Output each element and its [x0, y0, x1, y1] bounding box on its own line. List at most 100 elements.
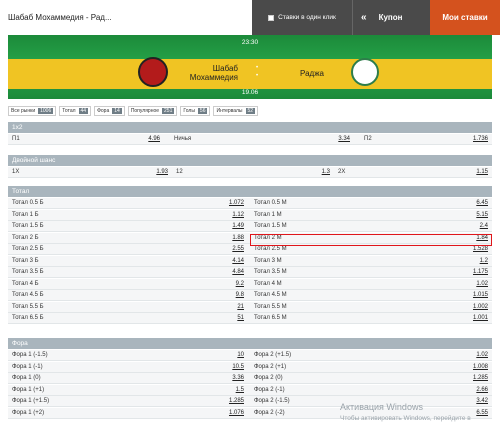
odds-button[interactable]: 3.34: [308, 134, 350, 144]
odds-button[interactable]: 3.42: [448, 396, 488, 406]
odds-button[interactable]: 2.55: [204, 244, 244, 254]
team2-name: Раджа: [300, 69, 324, 78]
match-title-box: Шабаб Мохаммедия - Рад...: [0, 0, 252, 35]
odds-button[interactable]: 1.3: [290, 167, 330, 177]
checkbox-icon[interactable]: [268, 14, 275, 21]
odds-button[interactable]: 1.008: [448, 362, 488, 372]
outcome-label: Тотал 2 Б: [12, 234, 39, 241]
odds-button[interactable]: 2.66: [448, 385, 488, 395]
odds-button[interactable]: 2.4: [448, 221, 488, 231]
market-header-fora: Фора: [8, 338, 492, 349]
vs-dots-icon: • •: [255, 65, 259, 79]
odds-button[interactable]: 1.5: [204, 385, 244, 395]
outcome-label: Тотал 3.5 М: [254, 269, 287, 275]
coupon-button[interactable]: « Купон: [352, 0, 430, 35]
odds-button[interactable]: 4.84: [204, 267, 244, 277]
market-row: Фора 1 (-1.5) 10 Фора 2 (+1.5) 1.02: [8, 350, 492, 361]
odds-button[interactable]: 1.49: [204, 221, 244, 231]
odds-button[interactable]: 1.072: [204, 198, 244, 208]
odds-button[interactable]: 1.015: [448, 290, 488, 300]
odds-button[interactable]: 1.001: [448, 313, 488, 323]
outcome-label: Фора 1 (+1.5): [12, 398, 50, 404]
top-bar: Шабаб Мохаммедия - Рад... Ставки в один …: [0, 0, 500, 35]
outcome-label: Тотал 4 Б: [12, 280, 39, 287]
windows-activation-watermark: Активация Windows: [340, 402, 423, 412]
odds-button[interactable]: 1.93: [128, 167, 168, 177]
odds-button[interactable]: 4.14: [204, 256, 244, 266]
team1-name: Шабаб Мохаммедия: [189, 64, 238, 82]
odds-button[interactable]: 51: [204, 313, 244, 323]
odds-button[interactable]: 21: [204, 302, 244, 312]
odds-button[interactable]: 1.002: [448, 302, 488, 312]
odds-button[interactable]: 3.36: [204, 373, 244, 383]
odds-button[interactable]: 1.736: [444, 134, 488, 144]
single-click-label: Ставки в один клик: [278, 14, 336, 21]
outcome-label: Тотал 1.5 М: [254, 223, 287, 229]
outcome-label: Фора 2 (0): [254, 375, 283, 381]
match-time: 23:30: [241, 39, 259, 46]
filter-intervals[interactable]: Интервалы 52: [213, 106, 259, 116]
outcome-label: Тотал 3 М: [254, 257, 282, 264]
odds-button[interactable]: 1.285: [204, 396, 244, 406]
outcome-label: Тотал 0.5 Б: [12, 200, 44, 206]
my-bets-label: Мои ставки: [442, 13, 488, 22]
filter-label: Фора: [97, 108, 110, 114]
market-header-double-chance: Двойной шанс: [8, 155, 492, 166]
odds-button[interactable]: 1.076: [204, 408, 244, 418]
odds-button[interactable]: 1.02: [448, 350, 488, 360]
odds-button[interactable]: 1.2: [448, 256, 488, 266]
odds-button[interactable]: 1.02: [448, 279, 488, 289]
odds-button[interactable]: 6.45: [448, 198, 488, 208]
odds-button[interactable]: 1.175: [448, 267, 488, 277]
odds-button[interactable]: 5.15: [448, 210, 488, 220]
outcome-label: Фора 1 (+1): [12, 386, 45, 393]
outcome-label: Фора 1 (-1): [12, 363, 43, 370]
match-banner: 23:30 Шабаб Мохаммедия • • Раджа 19.06: [8, 35, 492, 99]
outcome-label: Фора 2 (+1.5): [254, 352, 292, 358]
filter-count: 52: [245, 108, 256, 114]
outcome-label: Тотал 3.5 Б: [12, 269, 44, 275]
market-row: Тотал 0.5 Б 1.072 Тотал 0.5 М 6.45: [8, 198, 492, 209]
odds-button[interactable]: 9.2: [204, 279, 244, 289]
filter-fora[interactable]: Фора 14: [94, 106, 125, 116]
filter-goals[interactable]: Голы 56: [180, 106, 211, 116]
market-row-1x2: П1 4.96 Ничья 3.34 П2 1.736: [8, 134, 492, 145]
outcome-label: Тотал 5.5 М: [254, 303, 287, 310]
my-bets-button[interactable]: Мои ставки: [430, 0, 500, 35]
odds-button[interactable]: 1.88: [204, 233, 244, 243]
odds-button[interactable]: 1.12: [204, 210, 244, 220]
odds-button[interactable]: 1.285: [448, 373, 488, 383]
outcome-label: Фора 2 (-1): [254, 386, 285, 393]
outcome-label: П2: [364, 136, 372, 142]
filter-all-markets[interactable]: Все рынки 1006: [8, 106, 57, 116]
outcome-label: Фора 1 (0): [12, 375, 41, 381]
filter-count: 14: [112, 108, 122, 114]
banner-stripe: [8, 59, 492, 89]
market-row: Тотал 3.5 Б 4.84 Тотал 3.5 М 1.175: [8, 267, 492, 278]
toolbar: Ставки в один клик « Купон Мои ставки: [252, 0, 500, 35]
odds-button[interactable]: 10: [204, 350, 244, 360]
outcome-label: Тотал 6.5 Б: [12, 315, 44, 321]
filter-popular[interactable]: Популярное 251: [127, 106, 178, 116]
outcome-label: Тотал 4 М: [254, 280, 282, 287]
odds-button[interactable]: 1.15: [448, 167, 488, 177]
filter-label: Все рынки: [11, 108, 36, 114]
filter-total[interactable]: Тотал 44: [59, 106, 92, 116]
filter-count: 56: [197, 108, 208, 114]
team2-logo: [351, 58, 379, 86]
market-row: Тотал 4 Б 9.2 Тотал 4 М 1.02: [8, 278, 492, 290]
outcome-label: Тотал 2.5 Б: [12, 246, 44, 252]
outcome-label: Тотал 4.5 М: [254, 292, 287, 298]
market-row: Тотал 1.5 Б 1.49 Тотал 1.5 М 2.4: [8, 221, 492, 232]
market-row-double-chance: 1X 1.93 12 1.3 2X 1.15: [8, 167, 492, 178]
match-date: 19.06: [241, 89, 259, 96]
single-click-toggle[interactable]: Ставки в один клик: [252, 0, 352, 35]
odds-button[interactable]: 4.96: [118, 134, 160, 144]
outcome-label: Фора 2 (-1.5): [254, 398, 290, 404]
market-row: Фора 1 (+1) 1.5 Фора 2 (-1) 2.66: [8, 384, 492, 396]
market-row: Тотал 6.5 Б 51 Тотал 6.5 М 1.001: [8, 313, 492, 324]
odds-button[interactable]: 9.8: [204, 290, 244, 300]
market-row: Тотал 4.5 Б 9.8 Тотал 4.5 М 1.015: [8, 290, 492, 301]
outcome-label: 12: [176, 169, 183, 175]
odds-button[interactable]: 10.5: [204, 362, 244, 372]
